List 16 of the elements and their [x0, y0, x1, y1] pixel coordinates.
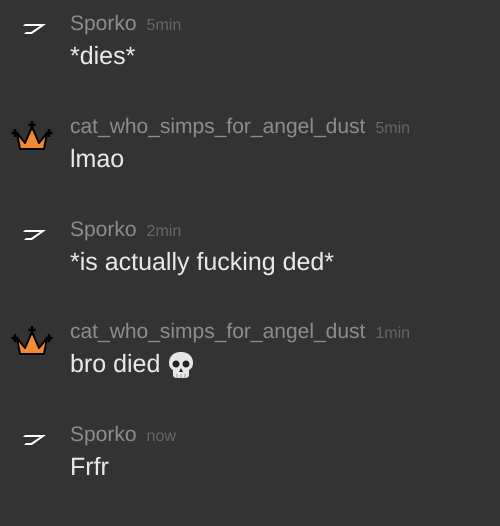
message-text: bro died — [70, 350, 160, 380]
author-name: cat_who_simps_for_angel_dust — [70, 320, 366, 344]
author-name: cat_who_simps_for_angel_dust — [70, 114, 366, 139]
author-name: Sporko — [70, 423, 137, 448]
message-text: Frfr — [70, 453, 109, 482]
author-name: Sporko — [70, 218, 137, 242]
author-name: Sporko — [70, 12, 137, 36]
message-text: *dies* — [70, 42, 136, 71]
lightning-bolt-icon — [22, 228, 48, 242]
message-text: lmao — [70, 144, 124, 174]
crown-icon — [10, 120, 54, 151]
skull-icon — [168, 350, 194, 379]
message-text: *is actually fucking ded* — [70, 248, 334, 277]
lightning-bolt-icon — [22, 22, 48, 36]
lightning-bolt-icon — [22, 433, 48, 448]
crown-icon — [10, 326, 54, 356]
